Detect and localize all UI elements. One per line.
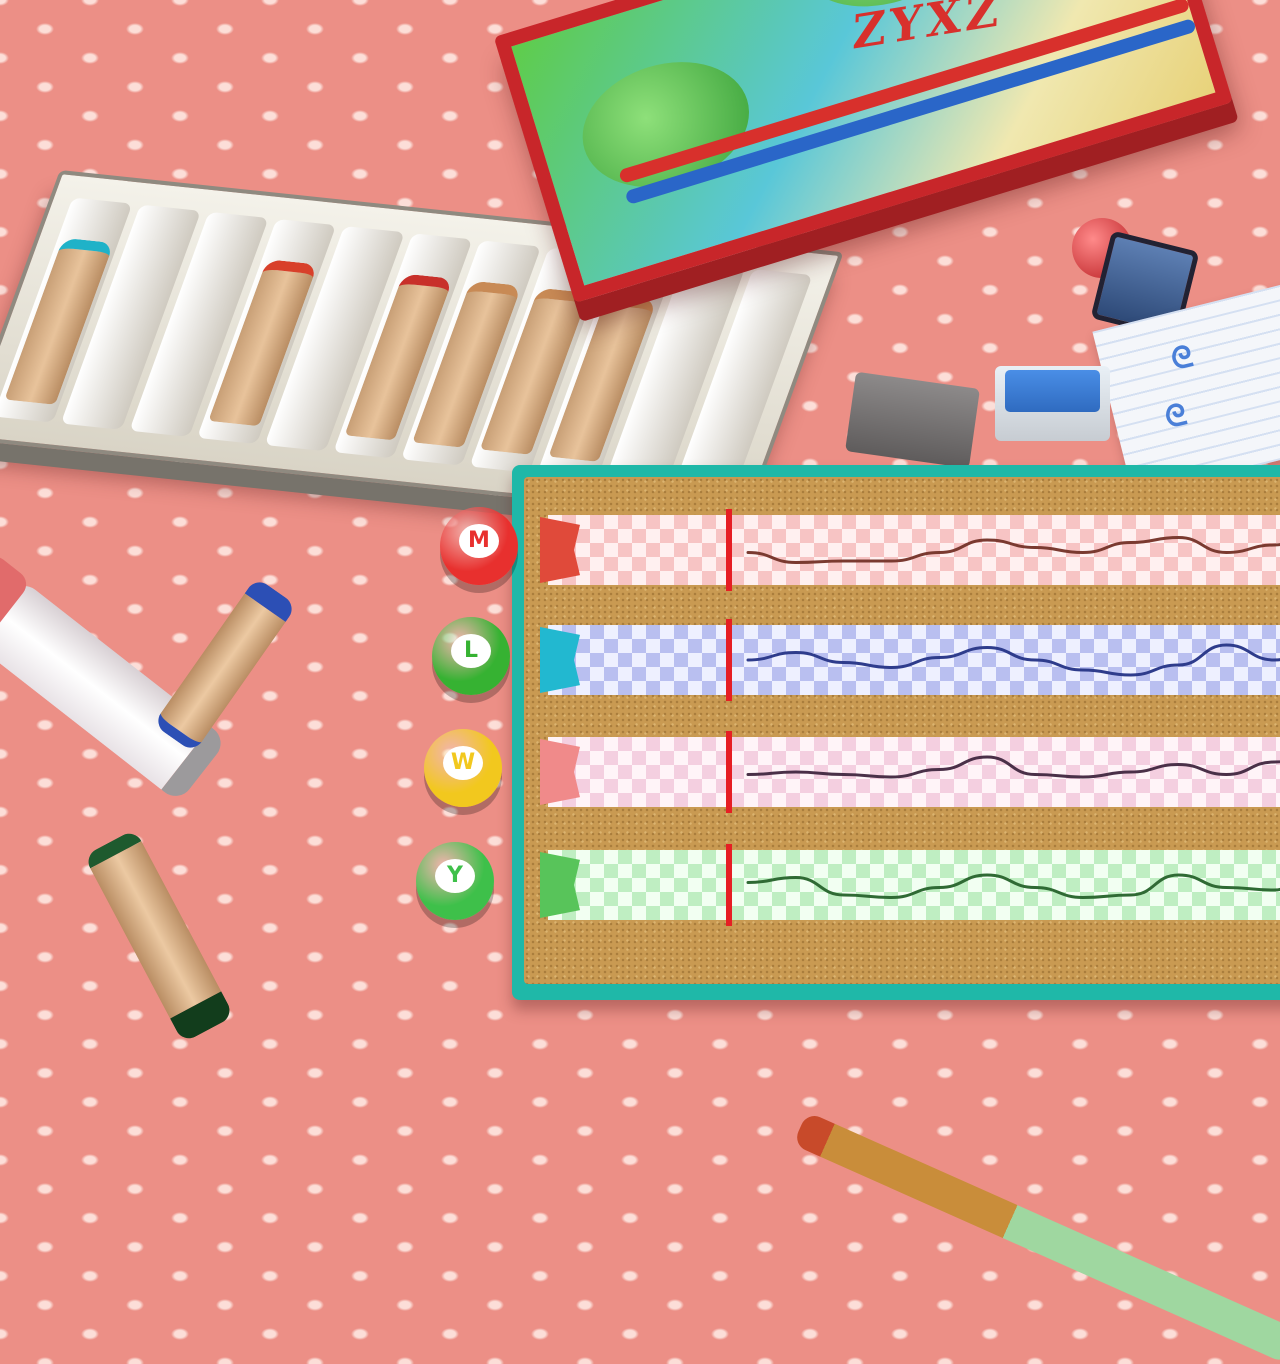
paper-mark: ᘓ bbox=[1161, 396, 1191, 437]
drawn-path bbox=[746, 535, 1280, 565]
racer-trail bbox=[746, 535, 1280, 565]
colored-pencil bbox=[792, 1111, 1280, 1364]
yoshi-emblem-icon: Y bbox=[435, 859, 475, 894]
lane-yoshi bbox=[540, 844, 1280, 926]
drawn-path bbox=[746, 643, 1280, 677]
blue-crayon bbox=[152, 576, 298, 754]
racer-trail bbox=[746, 755, 1280, 779]
yoshi-racer[interactable]: Y bbox=[416, 842, 494, 920]
eraser bbox=[845, 371, 980, 469]
box-logo-text: ZYXZ bbox=[848, 0, 1007, 60]
start-line bbox=[726, 844, 732, 926]
green-crayon bbox=[83, 828, 235, 1044]
mario-emblem-icon: M bbox=[459, 524, 499, 559]
mario-racer[interactable]: M bbox=[440, 507, 518, 585]
racer-trail bbox=[746, 873, 1280, 900]
lane-luigi bbox=[540, 619, 1280, 701]
luigi-racer[interactable]: L bbox=[432, 617, 510, 695]
luigi-emblem-icon: L bbox=[451, 634, 491, 669]
start-line bbox=[726, 731, 732, 813]
lane-mario bbox=[540, 509, 1280, 591]
drawn-path bbox=[746, 755, 1280, 779]
lane-wario bbox=[540, 731, 1280, 813]
drawn-path bbox=[746, 873, 1280, 900]
ink-pad-top bbox=[1005, 370, 1100, 412]
paper-mark: ᘓ bbox=[1167, 338, 1197, 378]
racer-trail bbox=[746, 643, 1280, 677]
start-line bbox=[726, 619, 732, 701]
race-lanes bbox=[512, 465, 1280, 1000]
start-line bbox=[726, 509, 732, 591]
wario-emblem-icon: W bbox=[443, 746, 483, 781]
wario-racer[interactable]: W bbox=[424, 729, 502, 807]
ink-pad bbox=[995, 366, 1110, 441]
